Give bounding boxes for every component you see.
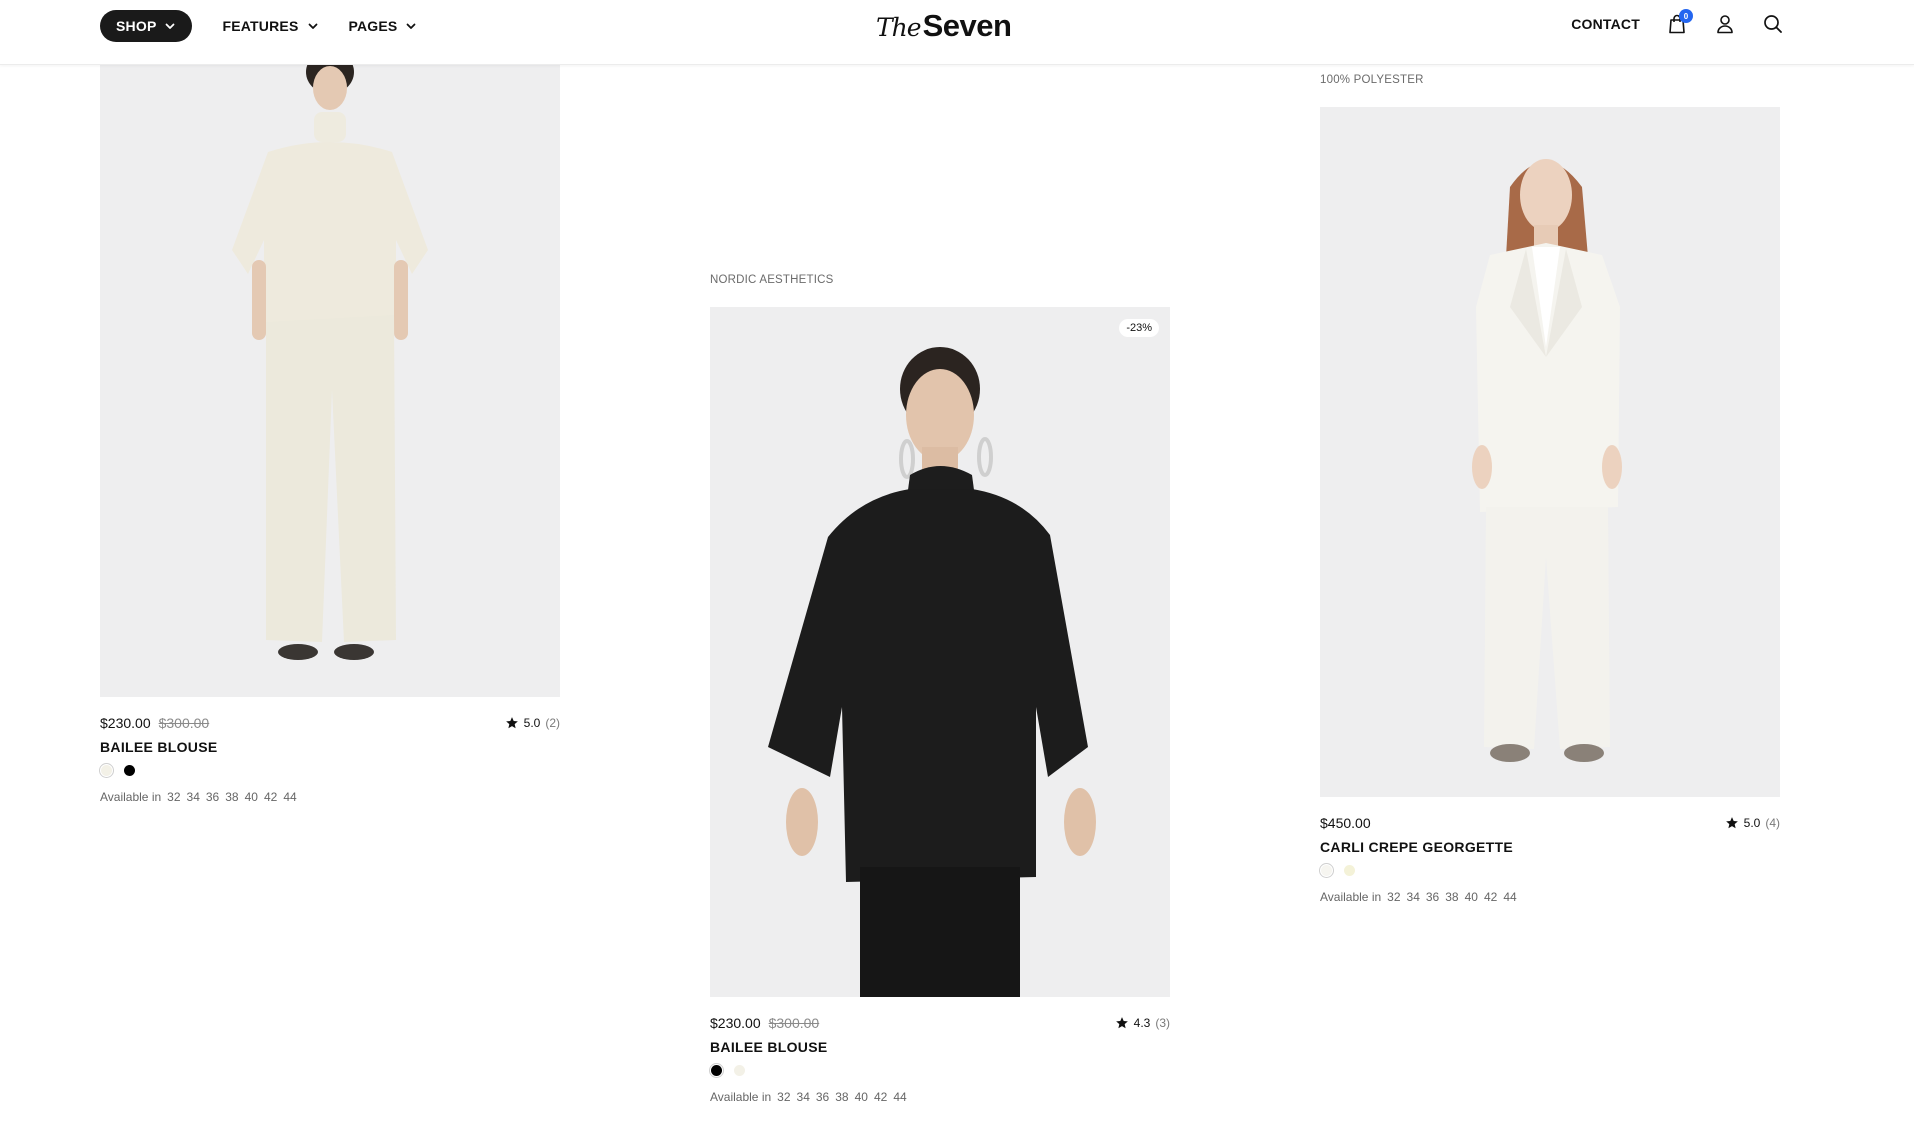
search-icon — [1764, 15, 1782, 33]
size-option[interactable]: 42 — [264, 790, 277, 804]
size-option[interactable]: 34 — [1407, 890, 1420, 904]
rating-count: (2) — [545, 716, 560, 730]
swatch-color — [124, 765, 135, 776]
product-price-row: $230.00 $300.00 4.3 (3) — [710, 1015, 1170, 1031]
star-icon — [1115, 1017, 1128, 1029]
size-availability: Available in 32 34 36 38 40 42 44 — [100, 790, 297, 804]
size-option[interactable]: 38 — [835, 1090, 848, 1104]
product-photo — [710, 307, 1170, 997]
sale-price: $230.00 — [710, 1015, 761, 1031]
product-image-carli-crepe[interactable] — [1320, 107, 1780, 797]
swatch-color — [711, 1065, 722, 1076]
pages-label: PAGES — [348, 18, 398, 34]
logo-seven: Seven — [922, 8, 1012, 43]
size-option[interactable]: 36 — [816, 1090, 829, 1104]
size-option[interactable]: 40 — [1465, 890, 1478, 904]
price: $450.00 — [1320, 815, 1371, 831]
star-icon — [1725, 817, 1738, 829]
available-label: Available in — [710, 1090, 772, 1104]
swatch-color — [1344, 865, 1355, 876]
size-option[interactable]: 34 — [187, 790, 200, 804]
product-image-bailee-cream[interactable] — [100, 60, 560, 697]
size-option[interactable]: 32 — [167, 790, 180, 804]
product-image-bailee-black[interactable]: -23% — [710, 307, 1170, 997]
product-photo — [100, 60, 560, 697]
size-option[interactable]: 42 — [874, 1090, 887, 1104]
rating-value: 5.0 — [1743, 816, 1761, 830]
shop-menu-button[interactable]: SHOP — [100, 10, 193, 42]
shop-label: SHOP — [116, 18, 157, 34]
cart-button[interactable]: 0 — [1666, 9, 1693, 36]
product-title[interactable]: BAILEE BLOUSE — [710, 1039, 827, 1055]
product-eyebrow: 100% POLYESTER — [1320, 74, 1424, 86]
size-option[interactable]: 32 — [777, 1090, 790, 1104]
size-option[interactable]: 32 — [1387, 890, 1400, 904]
site-logo[interactable]: The Seven — [876, 8, 1012, 44]
sale-price: $230.00 — [100, 715, 151, 731]
account-button[interactable] — [1714, 12, 1736, 36]
product-rating[interactable]: 5.0 (4) — [1725, 816, 1780, 830]
product-rating[interactable]: 4.3 (3) — [1115, 1016, 1170, 1030]
product-title[interactable]: BAILEE BLOUSE — [100, 739, 217, 755]
rating-count: (4) — [1765, 816, 1780, 830]
site-header: SHOP FEATURES PAGES The Seven CONTACT 0 — [0, 0, 1914, 65]
size-option[interactable]: 44 — [1503, 890, 1516, 904]
color-swatch-cream[interactable] — [732, 1063, 747, 1078]
product-price-row: $450.00 5.0 (4) — [1320, 815, 1780, 831]
product-rating[interactable]: 5.0 (2) — [505, 716, 560, 730]
product-eyebrow: NORDIC AESTHETICS — [710, 274, 834, 286]
discount-badge: -23% — [1119, 319, 1159, 337]
color-swatch-black[interactable] — [709, 1063, 724, 1078]
size-availability: Available in 32 34 36 38 40 42 44 — [1320, 890, 1517, 904]
size-option[interactable]: 38 — [225, 790, 238, 804]
features-menu-link[interactable]: FEATURES — [222, 18, 318, 34]
features-label: FEATURES — [222, 18, 299, 34]
size-option[interactable]: 40 — [855, 1090, 868, 1104]
color-swatches — [1319, 863, 1357, 878]
size-option[interactable]: 38 — [1445, 890, 1458, 904]
rating-value: 5.0 — [523, 716, 541, 730]
logo-the: The — [876, 13, 922, 42]
size-option[interactable]: 36 — [1426, 890, 1439, 904]
color-swatch-black[interactable] — [122, 763, 137, 778]
contact-link[interactable]: CONTACT — [1571, 16, 1640, 32]
original-price: $300.00 — [158, 715, 210, 731]
size-option[interactable]: 34 — [797, 1090, 810, 1104]
size-option[interactable]: 44 — [893, 1090, 906, 1104]
chevron-down-icon — [308, 23, 317, 29]
available-label: Available in — [100, 790, 162, 804]
price-group: $230.00 $300.00 — [100, 715, 209, 731]
size-option[interactable]: 42 — [1484, 890, 1497, 904]
chevron-down-icon — [166, 23, 175, 29]
star-icon — [505, 717, 518, 729]
size-option[interactable]: 40 — [245, 790, 258, 804]
swatch-color — [1321, 865, 1332, 876]
color-swatches — [99, 763, 137, 778]
search-button[interactable] — [1762, 12, 1784, 36]
chevron-down-icon — [407, 23, 416, 29]
color-swatch-white[interactable] — [1319, 863, 1334, 878]
swatch-color — [101, 765, 112, 776]
product-price-row: $230.00 $300.00 5.0 (2) — [100, 715, 560, 731]
header-actions: CONTACT 0 — [1571, 9, 1784, 36]
product-title[interactable]: CARLI CREPE GEORGETTE — [1320, 839, 1513, 855]
swatch-color — [734, 1065, 745, 1076]
price-group: $450.00 — [1320, 815, 1371, 831]
rating-value: 4.3 — [1133, 1016, 1151, 1030]
size-option[interactable]: 44 — [283, 790, 296, 804]
color-swatch-cream[interactable] — [1342, 863, 1357, 878]
pages-menu-link[interactable]: PAGES — [349, 18, 418, 34]
size-option[interactable]: 36 — [206, 790, 219, 804]
size-availability: Available in 32 34 36 38 40 42 44 — [710, 1090, 907, 1104]
price-group: $230.00 $300.00 — [710, 1015, 819, 1031]
rating-count: (3) — [1155, 1016, 1170, 1030]
product-photo — [1320, 107, 1780, 797]
original-price: $300.00 — [768, 1015, 820, 1031]
main-nav: SHOP FEATURES PAGES — [100, 10, 417, 42]
color-swatches — [709, 1063, 747, 1078]
account-icon — [1717, 15, 1733, 34]
available-label: Available in — [1320, 890, 1382, 904]
color-swatch-cream[interactable] — [99, 763, 114, 778]
cart-count-badge: 0 — [1679, 9, 1693, 23]
